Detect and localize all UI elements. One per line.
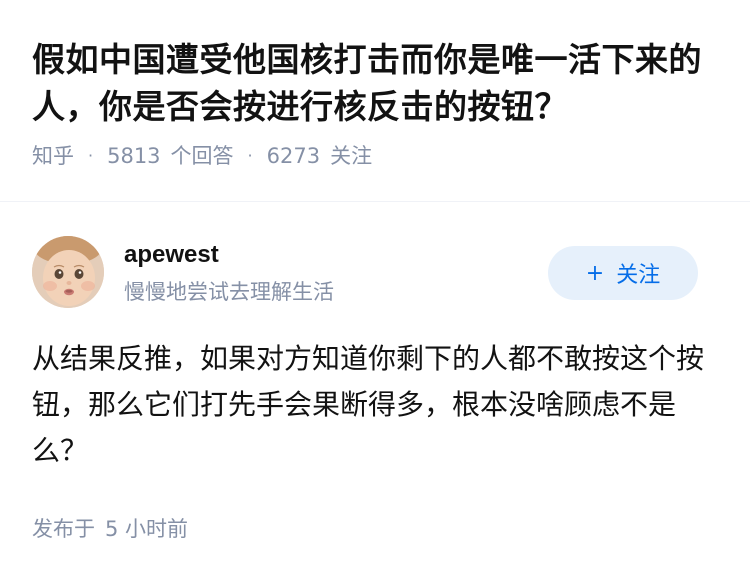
section-divider (0, 201, 750, 202)
answer-count-label: 个回答 (170, 144, 234, 168)
follow-button-label: 关注 (616, 263, 661, 288)
source-label[interactable]: 知乎 (32, 142, 74, 170)
baby-avatar-image (32, 236, 104, 308)
author-bio: 慢慢地尝试去理解生活 (124, 280, 334, 304)
question-meta: 知乎 · 5813 个回答 · 6273 关注 (32, 142, 722, 170)
separator-dot: · (88, 146, 94, 165)
question-title[interactable]: 假如中国遭受他国核打击而你是唯一活下来的人，你是否会按进行核反击的按钮？ (32, 36, 722, 130)
author-name[interactable]: apewest (124, 240, 219, 270)
author-card: apewest 慢慢地尝试去理解生活 + 关注 (32, 236, 718, 308)
plus-icon: + (585, 260, 605, 286)
publish-time: 5 小时前 (105, 517, 189, 541)
question-header: 假如中国遭受他国核打击而你是唯一活下来的人，你是否会按进行核反击的按钮？ 知乎 … (32, 36, 722, 170)
separator-dot: · (247, 146, 253, 165)
follow-count-label: 关注 (330, 144, 373, 168)
follow-button[interactable]: + 关注 (548, 246, 698, 300)
answer-count: 5813 (107, 144, 161, 168)
avatar[interactable] (32, 236, 104, 308)
publish-label: 发布于 (32, 517, 95, 541)
follow-count: 6273 (266, 144, 321, 168)
publish-info: 发布于 5 小时前 (32, 515, 188, 543)
answer-content[interactable]: 从结果反推，如果对方知道你剩下的人都不敢按这个按钮，那么它们打先手会果断得多，根… (32, 336, 718, 474)
